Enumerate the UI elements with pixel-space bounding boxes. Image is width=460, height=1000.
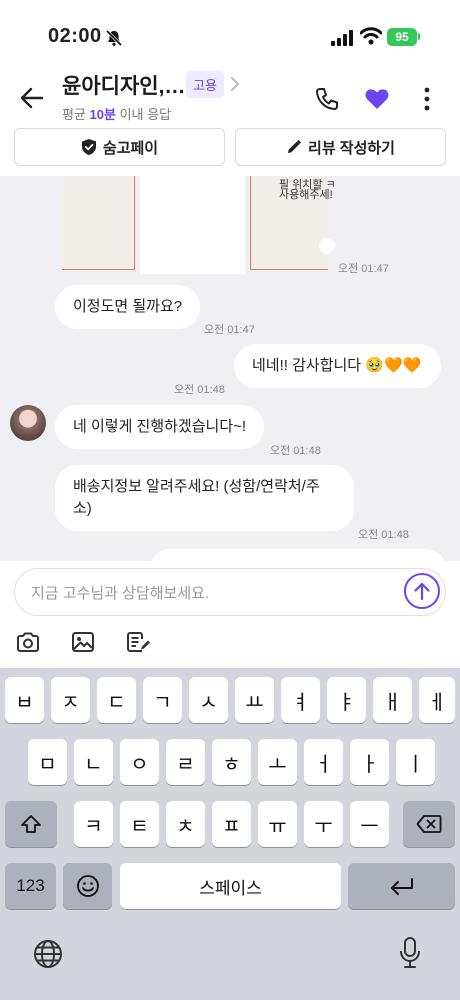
send-button[interactable] (404, 573, 440, 609)
attachment-thumbnail[interactable] (62, 176, 135, 270)
image-icon[interactable] (71, 631, 95, 653)
pencil-icon (288, 139, 302, 153)
image-scroll-indicator (319, 238, 335, 254)
key[interactable]: ㅍ (212, 801, 251, 847)
key[interactable]: ㅅ (189, 677, 228, 723)
key[interactable]: ㅐ (373, 677, 412, 723)
attachment-thumbnail[interactable] (140, 176, 245, 274)
key[interactable]: ㄴ (74, 739, 113, 785)
wifi-icon (360, 27, 382, 45)
key[interactable]: ㄱ (143, 677, 182, 723)
key[interactable]: ㅜ (304, 801, 343, 847)
key[interactable]: ㄹ (166, 739, 205, 785)
space-key[interactable]: 스페이스 (120, 863, 341, 909)
key[interactable]: ㅠ (258, 801, 297, 847)
status-time: 02:00 (48, 25, 102, 47)
message-time: 오전 01:48 (174, 384, 225, 396)
key[interactable]: ㅋ (74, 801, 113, 847)
shield-check-icon (81, 139, 96, 155)
action-row: 숨고페이 리뷰 작성하기 (0, 128, 460, 176)
backspace-key[interactable] (403, 801, 455, 847)
message-time: 오전 01:47 (204, 324, 255, 336)
battery-tip (418, 33, 420, 40)
soomgo-pay-label: 숨고페이 (102, 139, 159, 157)
korean-keyboard: ㅂ ㅈ ㄷ ㄱ ㅅ ㅛ ㅕ ㅑ ㅐ ㅔ ㅁ ㄴ ㅇ ㄹ ㅎ ㅗ ㅓ ㅏ ㅣ ㅋ … (0, 668, 460, 1000)
write-review-label: 리뷰 작성하기 (308, 139, 395, 157)
soomgo-pay-button[interactable]: 숨고페이 (14, 128, 225, 166)
return-icon (390, 878, 413, 895)
incoming-message-bubble[interactable]: 네 이렇게 진행하겠습니다~! (55, 405, 265, 449)
key[interactable]: ㅂ (5, 677, 44, 723)
incoming-message-bubble[interactable]: 이정도면 될까요? (55, 285, 201, 329)
key[interactable]: ㅈ (51, 677, 90, 723)
signal-icon (331, 30, 353, 46)
key[interactable]: ㅛ (235, 677, 274, 723)
key[interactable]: ㅕ (281, 677, 320, 723)
shift-key[interactable] (5, 801, 57, 847)
arrow-up-icon (414, 582, 430, 601)
key[interactable]: ㅓ (304, 739, 343, 785)
message-input[interactable]: 지금 고수님과 상담해보세요. (14, 568, 446, 616)
message-time: 오전 01:48 (358, 529, 409, 541)
back-arrow-icon[interactable] (18, 86, 46, 110)
chat-header: 윤아디자인,… 고용 평균 10분 이내 응답 (0, 66, 460, 128)
attachment-thumbnail[interactable]: 필 위치할 ㅋ 사용해주세! (250, 176, 336, 270)
battery-indicator: 95 (387, 28, 417, 46)
globe-icon[interactable] (33, 939, 63, 969)
key[interactable]: ㄷ (97, 677, 136, 723)
key[interactable]: ㅊ (166, 801, 205, 847)
message-composer: 지금 고수님과 상담해보세요. (0, 561, 460, 668)
message-text-line: 배송지정보 알려주세요! (성함/연락처/주 (73, 478, 320, 495)
emoji-icon (76, 875, 99, 897)
hire-badge: 고용 (186, 71, 224, 98)
heart-icon[interactable] (364, 87, 390, 111)
bell-off-icon (105, 29, 123, 47)
message-text-line: 소) (73, 500, 92, 517)
status-bar: 02:00 95 (0, 0, 460, 66)
outgoing-message-bubble[interactable] (150, 549, 446, 561)
key[interactable]: ㅇ (120, 739, 159, 785)
chat-title[interactable]: 윤아디자인,… (62, 70, 185, 100)
key[interactable]: ㅑ (327, 677, 366, 723)
emoji-key[interactable] (63, 863, 112, 909)
key[interactable]: ㅣ (396, 739, 435, 785)
shift-icon (21, 815, 41, 833)
key[interactable]: ㅔ (419, 677, 455, 723)
numbers-key[interactable]: 123 (5, 863, 56, 909)
chat-screen: 02:00 95 윤아디자인,… 고용 평균 10분 이내 응답 숨고페이 리뷰… (0, 0, 460, 1000)
key[interactable]: ㅡ (350, 801, 389, 847)
key[interactable]: ㅏ (350, 739, 389, 785)
response-prefix: 평균 (62, 107, 86, 122)
message-time: 오전 01:47 (338, 263, 389, 275)
key[interactable]: ㅎ (212, 739, 251, 785)
write-review-button[interactable]: 리뷰 작성하기 (235, 128, 446, 166)
key[interactable]: ㅗ (258, 739, 297, 785)
avatar[interactable] (10, 405, 46, 441)
incoming-message-bubble[interactable]: 배송지정보 알려주세요! (성함/연락처/주 소) (55, 465, 354, 531)
backspace-icon (416, 815, 442, 833)
return-key[interactable] (348, 863, 455, 909)
chat-message-list[interactable]: 필 위치할 ㅋ 사용해주세! 오전 01:47 이정도면 될까요? 오전 01:… (0, 176, 460, 561)
key[interactable]: ㅌ (120, 801, 159, 847)
message-time: 오전 01:48 (270, 445, 321, 457)
key[interactable]: ㅁ (28, 739, 67, 785)
outgoing-message-bubble[interactable]: 네네!! 감사합니다 🥹🧡🧡 (234, 344, 442, 388)
quote-form-icon[interactable] (126, 631, 152, 653)
response-time-text: 평균 10분 이내 응답 (62, 104, 171, 123)
response-highlight: 10분 (89, 107, 116, 122)
camera-icon[interactable] (16, 631, 40, 653)
more-vertical-icon[interactable] (420, 86, 434, 112)
microphone-icon[interactable] (399, 936, 421, 970)
phone-icon[interactable] (314, 86, 340, 112)
chevron-right-icon[interactable] (230, 76, 240, 92)
response-suffix: 이내 응답 (119, 107, 172, 122)
attachment-text-line: 사용해주세! (279, 189, 333, 201)
